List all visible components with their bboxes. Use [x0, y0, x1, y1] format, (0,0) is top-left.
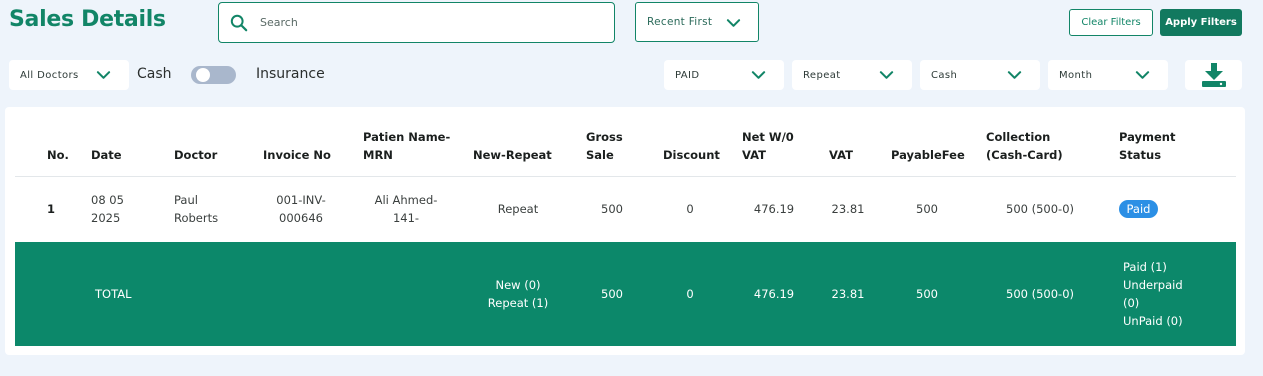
total-collection: 500 (500-0)	[1006, 287, 1074, 301]
download-icon	[1201, 63, 1226, 87]
clear-filters-button[interactable]: Clear Filters	[1069, 9, 1153, 36]
chevron-down-icon	[751, 71, 766, 79]
total-net: 476.19	[753, 287, 795, 301]
total-payment-status: Paid (1) Underpaid (0) UnPaid (0)	[1123, 258, 1183, 330]
search-box[interactable]	[218, 2, 615, 43]
total-vat: 23.81	[831, 287, 865, 301]
chevron-down-icon	[1135, 71, 1150, 79]
cell-doctor-line1: Paul	[174, 193, 198, 207]
header-doctor: Doctor	[174, 148, 218, 162]
header-divider	[15, 176, 1236, 177]
search-input[interactable]	[260, 16, 590, 29]
header-status-line2: Status	[1119, 148, 1162, 162]
total-underpaid-line1: Underpaid	[1123, 278, 1183, 292]
header-patient-line2: MRN	[363, 148, 393, 162]
sort-value: Recent First	[647, 16, 713, 28]
cell-new-repeat: Repeat	[497, 202, 539, 216]
cell-no: 1	[47, 202, 56, 216]
download-button[interactable]	[1185, 60, 1242, 90]
cell-collection: 500 (500-0)	[1006, 202, 1074, 216]
chevron-down-icon	[96, 71, 111, 79]
cell-date-line1: 08 05	[91, 193, 124, 207]
chevron-down-icon	[879, 71, 894, 79]
cell-gross-sale: 500	[601, 202, 623, 216]
cell-patient-line1: Ali Ahmed-	[374, 193, 438, 207]
total-repeat: Repeat (1)	[487, 296, 549, 310]
cell-net: 476.19	[753, 202, 795, 216]
cell-vat: 23.81	[831, 202, 865, 216]
cell-patient-line2: 141-	[392, 211, 420, 225]
visit-type-dropdown[interactable]: Repeat	[792, 60, 912, 90]
total-discount: 0	[686, 287, 694, 301]
cell-date: 08 05 2025	[91, 191, 124, 227]
total-underpaid-line2: (0)	[1123, 296, 1140, 310]
toggle-knob	[196, 68, 210, 82]
cash-label: Cash	[137, 66, 172, 82]
period-dropdown[interactable]: Month	[1048, 60, 1168, 90]
payment-method-value: Cash	[931, 69, 958, 81]
cell-doctor-line2: Roberts	[174, 211, 219, 225]
header-vat: VAT	[829, 148, 853, 162]
cell-payable: 500	[916, 202, 938, 216]
cell-invoice-line2: 000646	[279, 211, 323, 225]
cell-discount: 0	[686, 202, 694, 216]
header-discount: Discount	[663, 148, 720, 162]
sort-dropdown[interactable]: Recent First	[635, 2, 759, 42]
payment-method-dropdown[interactable]: Cash	[920, 60, 1040, 90]
apply-filters-button[interactable]: Apply Filters	[1160, 9, 1242, 36]
total-label: TOTAL	[95, 287, 132, 301]
total-new-repeat: New (0) Repeat (1)	[470, 276, 566, 312]
total-new: New (0)	[495, 278, 541, 292]
cell-date-line2: 2025	[91, 211, 121, 225]
doctor-filter-dropdown[interactable]: All Doctors	[9, 60, 129, 90]
header-status-line1: Payment	[1119, 130, 1176, 144]
cell-invoice-line1: 001-INV-	[276, 193, 326, 207]
visit-type-value: Repeat	[803, 69, 841, 81]
payment-status-dropdown[interactable]: PAID	[664, 60, 784, 90]
header-gross-line1: Gross	[586, 130, 623, 144]
total-paid: Paid (1)	[1123, 260, 1167, 274]
header-net-line2: VAT	[742, 148, 766, 162]
header-net: Net W/0 VAT	[742, 128, 794, 164]
status-badge: Paid	[1119, 200, 1158, 218]
total-payable: 500	[916, 287, 938, 301]
header-no: No.	[47, 148, 69, 162]
header-collection-line2: (Cash-Card)	[986, 148, 1063, 162]
header-date: Date	[91, 148, 122, 162]
doctor-filter-value: All Doctors	[20, 69, 79, 81]
header-invoice: Invoice No	[263, 148, 331, 162]
period-value: Month	[1059, 69, 1093, 81]
header-patient-line1: Patien Name-	[363, 130, 451, 144]
total-unpaid: UnPaid (0)	[1123, 314, 1183, 328]
header-gross-line2: Sale	[586, 148, 614, 162]
header-collection-line1: Collection	[986, 130, 1051, 144]
insurance-label: Insurance	[256, 66, 325, 82]
header-patient: Patien Name- MRN	[363, 128, 450, 164]
page-title: Sales Details	[9, 7, 166, 32]
chevron-down-icon	[1007, 71, 1022, 79]
cell-doctor: Paul Roberts	[174, 191, 218, 227]
header-new-repeat: New-Repeat	[473, 148, 552, 162]
chevron-down-icon	[726, 19, 741, 27]
header-net-line1: Net W/0	[742, 130, 794, 144]
cell-patient: Ali Ahmed- 141-	[356, 191, 456, 227]
cell-invoice: 001-INV- 000646	[260, 191, 342, 227]
search-icon	[230, 14, 248, 31]
cash-insurance-toggle[interactable]	[191, 66, 236, 84]
header-payment-status: Payment Status	[1119, 128, 1176, 164]
payment-status-value: PAID	[675, 69, 700, 81]
header-payable: PayableFee	[891, 148, 965, 162]
header-gross-sale: Gross Sale	[586, 128, 623, 164]
header-collection: Collection (Cash-Card)	[986, 128, 1063, 164]
total-gross: 500	[601, 287, 623, 301]
